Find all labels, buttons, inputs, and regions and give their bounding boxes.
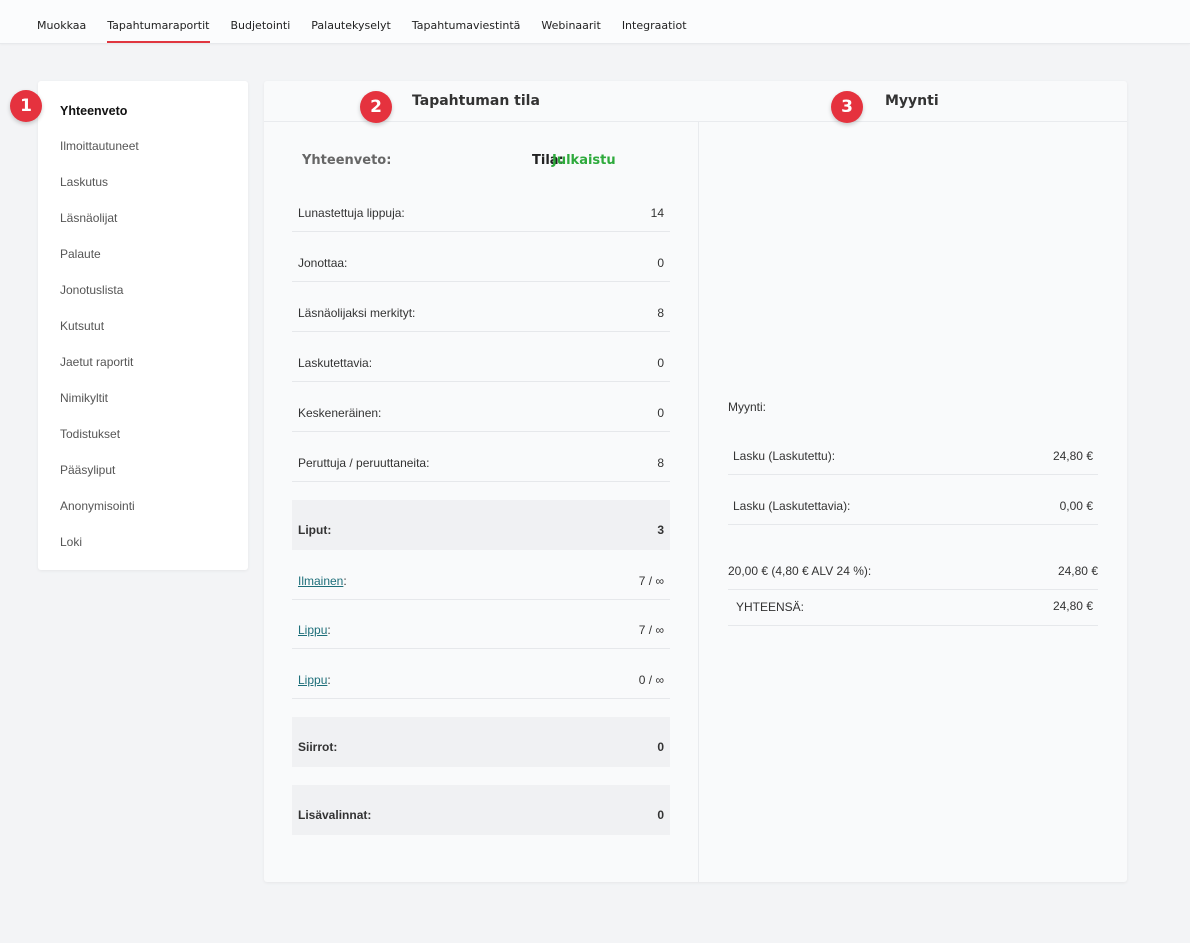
sidebar-item-ilmoittautuneet[interactable]: Ilmoittautuneet: [60, 139, 139, 153]
row-value: 0: [657, 406, 664, 420]
tickets-header-row: Liput: 3: [292, 500, 670, 550]
row-value: 24,80 €: [1052, 599, 1093, 613]
row-value: 24,80 €: [1052, 449, 1093, 463]
ticket-row: Lippu: 7 / ∞: [292, 599, 670, 649]
sidebar-item-jaetut-raportit[interactable]: Jaetut raportit: [60, 355, 133, 369]
row-label: YHTEENSÄ:: [736, 600, 805, 614]
row-label: 20,00 € (4,80 € ALV 24 %):: [728, 564, 872, 578]
total-row: YHTEENSÄ: 24,80 €: [728, 590, 1098, 626]
header-divider: [264, 121, 1127, 122]
top-nav-tabs: Muokkaa Tapahtumaraportit Budjetointi Pa…: [37, 19, 708, 43]
sidebar-item-nimikyltit[interactable]: Nimikyltit: [60, 391, 108, 405]
sidebar-item-paasyliput[interactable]: Pääsyliput: [60, 463, 115, 477]
row-value: 3: [657, 523, 664, 537]
status-row: Laskutettavia: 0: [292, 332, 670, 382]
row-value: 0: [657, 808, 664, 822]
ticket-link-lippu[interactable]: Lippu: [298, 673, 327, 687]
tab-tapahtumaviestinta[interactable]: Tapahtumaviestintä: [412, 19, 521, 32]
step-badge-2: 2: [360, 91, 392, 123]
sales-row: Lasku (Laskutettavia): 0,00 €: [728, 475, 1098, 525]
sidebar-item-loki[interactable]: Loki: [60, 535, 82, 549]
row-value: 14: [650, 206, 664, 220]
ticket-link-lippu[interactable]: Lippu: [298, 623, 327, 637]
sidebar-item-anonymisointi[interactable]: Anonymisointi: [60, 499, 135, 513]
status-row: Läsnäolijaksi merkityt: 8: [292, 282, 670, 332]
ticket-row: Ilmainen: 7 / ∞: [292, 550, 670, 600]
row-label: Siirrot:: [298, 740, 338, 754]
step-badge-1: 1: [10, 90, 42, 122]
sidebar-item-laskutus[interactable]: Laskutus: [60, 175, 108, 189]
status-panel-title: Tapahtuman tila: [412, 93, 540, 109]
summary-label: Yhteenveto:: [302, 153, 392, 168]
sidebar-item-todistukset[interactable]: Todistukset: [60, 427, 120, 441]
report-card: Tapahtuman tila Myynti Yhteenveto: Tila:…: [264, 81, 1127, 882]
row-label: Peruttuja / peruuttaneita:: [298, 456, 430, 470]
extras-row: Lisävalinnat: 0: [292, 785, 670, 835]
column-divider: [698, 122, 699, 882]
row-label: Laskutettavia:: [298, 356, 373, 370]
row-label: Lasku (Laskutettavia):: [733, 499, 851, 513]
sidebar-item-lasnaolijat[interactable]: Läsnäolijat: [60, 211, 117, 225]
sidebar-item-jonotuslista[interactable]: Jonotuslista: [60, 283, 123, 297]
row-label: Lippu:: [298, 673, 331, 687]
status-row: Keskeneräinen: 0: [292, 382, 670, 432]
tab-palautekyselyt[interactable]: Palautekyselyt: [311, 19, 391, 32]
sidebar-item-kutsutut[interactable]: Kutsutut: [60, 319, 104, 333]
status-row: Peruttuja / peruuttaneita: 8: [292, 432, 670, 482]
row-value: 0,00 €: [1059, 499, 1093, 513]
tab-budjetointi[interactable]: Budjetointi: [231, 19, 291, 32]
ticket-row: Lippu: 0 / ∞: [292, 649, 670, 699]
status-value: Julkaistu: [552, 153, 616, 168]
tab-tapahtumaraportit[interactable]: Tapahtumaraportit: [107, 19, 210, 43]
row-label: Lasku (Laskutettu):: [733, 449, 836, 463]
transfers-row: Siirrot: 0: [292, 717, 670, 767]
row-label: Liput:: [298, 523, 332, 537]
tab-integraatiot[interactable]: Integraatiot: [622, 19, 687, 32]
vat-row: 20,00 € (4,80 € ALV 24 %): 24,80 €: [728, 556, 1098, 590]
row-value: 8: [657, 456, 664, 470]
row-value: 7 / ∞: [638, 623, 664, 637]
row-value: 7 / ∞: [638, 574, 664, 588]
sales-row: Lasku (Laskutettu): 24,80 €: [728, 425, 1098, 475]
sales-panel-title: Myynti: [885, 93, 939, 109]
report-sidebar: Yhteenveto Ilmoittautuneet Laskutus Läsn…: [38, 81, 248, 570]
top-navigation: Muokkaa Tapahtumaraportit Budjetointi Pa…: [0, 0, 1190, 44]
sales-label: Myynti:: [728, 400, 767, 414]
step-badge-3: 3: [831, 91, 863, 123]
row-value: 8: [657, 306, 664, 320]
row-value: 0 / ∞: [638, 673, 664, 687]
row-value: 0: [657, 256, 664, 270]
row-label: Lippu:: [298, 623, 331, 637]
row-value: 0: [657, 740, 664, 754]
sidebar-item-yhteenveto[interactable]: Yhteenveto: [60, 104, 127, 118]
tab-muokkaa[interactable]: Muokkaa: [37, 19, 86, 32]
status-row: Jonottaa: 0: [292, 232, 670, 282]
row-label: Lunastettuja lippuja:: [298, 206, 405, 220]
row-label: Ilmainen:: [298, 574, 347, 588]
tab-webinaarit[interactable]: Webinaarit: [541, 19, 600, 32]
ticket-link-ilmainen[interactable]: Ilmainen: [298, 574, 343, 588]
row-label: Lisävalinnat:: [298, 808, 372, 822]
row-value: 0: [657, 356, 664, 370]
row-label: Läsnäolijaksi merkityt:: [298, 306, 416, 320]
sidebar-item-palaute[interactable]: Palaute: [60, 247, 101, 261]
row-label: Keskeneräinen:: [298, 406, 382, 420]
row-label: Jonottaa:: [298, 256, 348, 270]
status-row: Lunastettuja lippuja: 14: [292, 182, 670, 232]
row-value: 24,80 €: [1057, 564, 1098, 578]
